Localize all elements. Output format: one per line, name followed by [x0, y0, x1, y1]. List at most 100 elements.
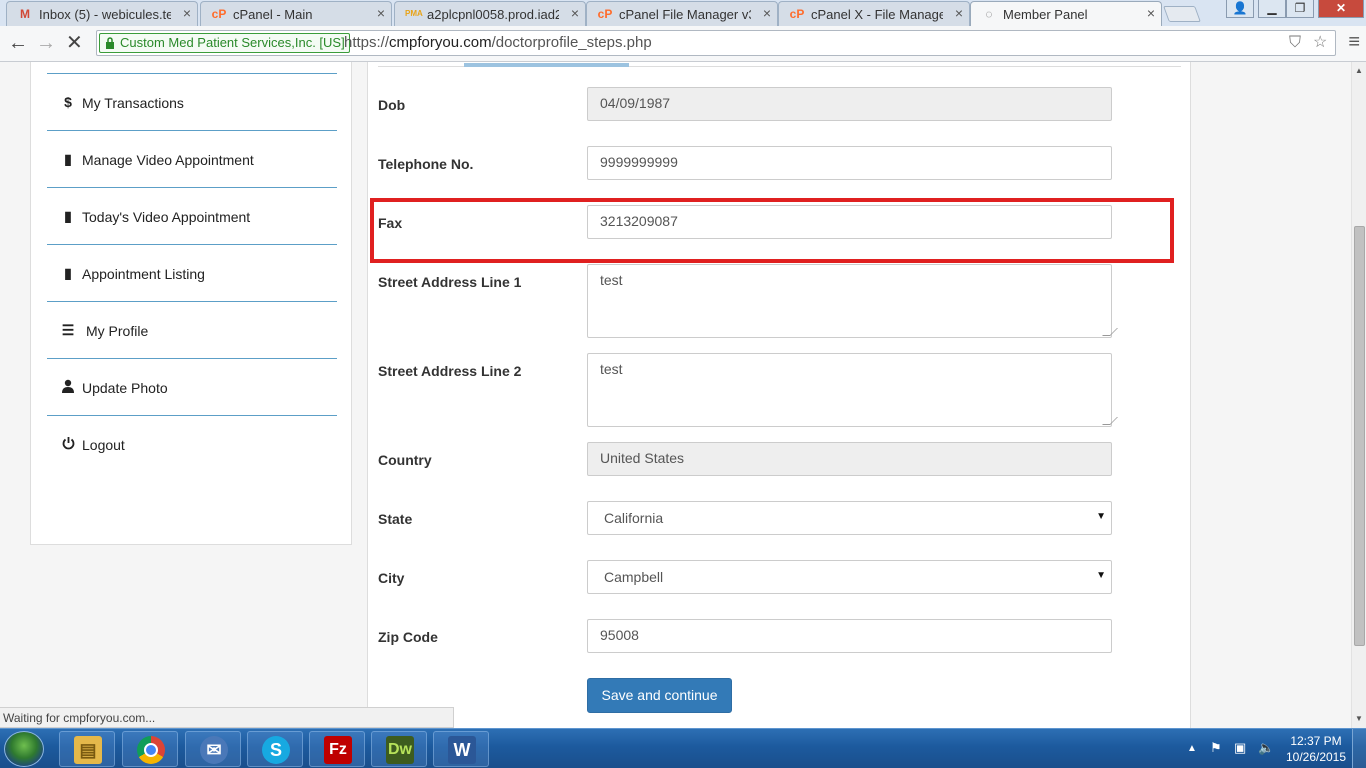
show-desktop-button[interactable]	[1352, 729, 1366, 768]
tab-inbox[interactable]: M Inbox (5) - webicules.team ×	[6, 1, 198, 26]
forward-icon[interactable]: →	[36, 33, 56, 53]
scroll-down-icon[interactable]: ▼	[1355, 714, 1363, 723]
address-bar[interactable]: Custom Med Patient Services,Inc. [US] ht…	[96, 30, 1336, 56]
system-clock[interactable]: 12:37 PM 10/26/2015	[1284, 733, 1348, 765]
url-host: cmpforyou.com	[389, 34, 492, 51]
sidebar-item-my-profile[interactable]: ☰ My Profile	[47, 302, 337, 359]
close-icon[interactable]: ×	[377, 6, 385, 20]
word-taskbar-button[interactable]: W	[433, 731, 489, 767]
skype-taskbar-button[interactable]: S	[247, 731, 303, 767]
state-label: State	[378, 511, 413, 527]
street-address-2-field[interactable]: test	[587, 353, 1118, 427]
dob-label: Dob	[378, 97, 406, 113]
user-icon[interactable]: 👤	[1226, 0, 1254, 18]
sidebar-item-logout[interactable]: Logout	[47, 416, 337, 473]
lock-icon	[106, 37, 114, 49]
browser-tabstrip: M Inbox (5) - webicules.team × cP cPanel…	[0, 0, 1366, 26]
thunderbird-taskbar-button[interactable]: ✉	[185, 731, 241, 767]
tab-title: a2plcpnl0058.prod.iad2.se	[427, 7, 559, 22]
filezilla-icon: Fz	[324, 736, 352, 764]
tab-title: cPanel X - File Manager	[811, 7, 943, 22]
page-scrollbar[interactable]: ▲ ▼	[1351, 62, 1366, 728]
tab-member-panel[interactable]: ◌ Member Panel ×	[970, 1, 1162, 26]
close-icon[interactable]: ×	[955, 6, 963, 20]
close-icon[interactable]: ×	[571, 6, 579, 20]
street-address-2-label: Street Address Line 2	[378, 363, 522, 379]
tab-title: cPanel File Manager v3	[619, 7, 751, 22]
telephone-label: Telephone No.	[378, 156, 474, 172]
fax-label: Fax	[378, 215, 403, 231]
sidebar-item-update-photo[interactable]: Update Photo	[47, 359, 337, 416]
sidebar-item-label: Today's Video Appointment	[82, 209, 251, 225]
start-button[interactable]	[4, 731, 44, 767]
save-and-continue-button[interactable]: Save and continue	[587, 678, 732, 713]
filezilla-taskbar-button[interactable]: Fz	[309, 731, 365, 767]
state-select[interactable]: California ▼	[587, 501, 1112, 535]
tab-file-manager-v3[interactable]: cP cPanel File Manager v3 ×	[586, 1, 778, 26]
dob-field: 04/09/1987	[587, 87, 1112, 121]
dropdown-arrow-icon: ▼	[1096, 511, 1106, 522]
scroll-up-icon[interactable]: ▲	[1355, 66, 1363, 75]
url-path: /doctorprofile_steps.php	[491, 34, 652, 51]
sidebar-item-label: Appointment Listing	[82, 266, 205, 282]
tab-file-manager[interactable]: cP cPanel X - File Manager ×	[778, 1, 970, 26]
skype-icon: S	[262, 736, 290, 764]
city-label: City	[378, 570, 405, 586]
status-bar: Waiting for cmpforyou.com...	[0, 707, 454, 728]
gmail-icon: M	[20, 7, 30, 21]
dropdown-arrow-icon: ▼	[1096, 570, 1106, 581]
sidebar-item-appointment-listing[interactable]: ▮ Appointment Listing	[47, 245, 337, 302]
show-hidden-icons[interactable]: ▲	[1187, 743, 1197, 754]
ev-certificate-badge[interactable]: Custom Med Patient Services,Inc. [US]	[99, 33, 350, 53]
menu-icon[interactable]: ≡	[1348, 32, 1360, 52]
list-icon: ☰	[61, 322, 75, 338]
close-icon[interactable]: ×	[763, 6, 771, 20]
explorer-taskbar-button[interactable]: ▤	[59, 731, 115, 767]
street-address-1-field[interactable]: test	[587, 264, 1118, 338]
new-tab-button[interactable]	[1163, 6, 1201, 22]
back-icon[interactable]: ←	[8, 33, 28, 53]
tab-title: Member Panel	[1003, 7, 1088, 22]
active-step-indicator	[464, 63, 629, 67]
thunderbird-icon: ✉	[200, 736, 228, 764]
close-icon[interactable]: ×	[1147, 6, 1155, 20]
bookmark-star-icon[interactable]: ☆	[1313, 34, 1327, 52]
sidebar-item-todays-video-appointment[interactable]: ▮ Today's Video Appointment	[47, 188, 337, 245]
profile-form: Dob 04/09/1987 Telephone No. 9999999999 …	[367, 62, 1191, 728]
volume-icon[interactable]: 🔈	[1258, 740, 1274, 756]
sidebar-item-manage-video-appointment[interactable]: ▮ Manage Video Appointment	[47, 131, 337, 188]
telephone-field[interactable]: 9999999999	[587, 146, 1112, 180]
dollar-icon: $	[64, 94, 72, 110]
action-center-icon[interactable]: ⚑	[1210, 740, 1222, 756]
close-icon[interactable]: ×	[183, 6, 191, 20]
tab-title: cPanel - Main	[233, 7, 313, 22]
dreamweaver-taskbar-button[interactable]: Dw	[371, 731, 427, 767]
zip-field[interactable]: 95008	[587, 619, 1112, 653]
clock-date: 10/26/2015	[1285, 750, 1347, 764]
url-scheme: https://	[344, 34, 390, 51]
tab-phpmyadmin[interactable]: PMA a2plcpnl0058.prod.iad2.se ×	[394, 1, 586, 26]
state-value: California	[604, 510, 664, 526]
street-address-1-value: test	[600, 272, 623, 288]
restore-button[interactable]: ❐	[1286, 0, 1314, 18]
bookmark-icon: ▮	[64, 151, 72, 167]
loading-spinner-icon: ◌	[985, 7, 993, 21]
minimize-button[interactable]: ▁	[1258, 0, 1286, 18]
tab-cpanel-main[interactable]: cP cPanel - Main ×	[200, 1, 392, 26]
resize-grip-icon[interactable]	[1102, 417, 1118, 425]
fax-field[interactable]: 3213209087	[587, 205, 1112, 239]
browser-toolbar: ← → ✕ Custom Med Patient Services,Inc. […	[0, 26, 1366, 62]
stop-loading-icon[interactable]: ✕	[66, 33, 83, 53]
power-icon	[61, 436, 75, 452]
city-select[interactable]: Campbell ▼	[587, 560, 1112, 594]
scroll-thumb[interactable]	[1354, 226, 1365, 646]
network-icon[interactable]: ▣	[1234, 740, 1246, 756]
sidebar-item-label: Logout	[82, 437, 125, 453]
shield-icon[interactable]: ⛉	[1289, 34, 1301, 52]
country-field: United States	[587, 442, 1112, 476]
resize-grip-icon[interactable]	[1102, 328, 1118, 336]
sidebar-item-my-transactions[interactable]: $ My Transactions	[47, 74, 337, 131]
window-close-button[interactable]: ✕	[1318, 0, 1364, 18]
street-address-1-label: Street Address Line 1	[378, 274, 522, 290]
chrome-taskbar-button[interactable]	[122, 731, 178, 767]
